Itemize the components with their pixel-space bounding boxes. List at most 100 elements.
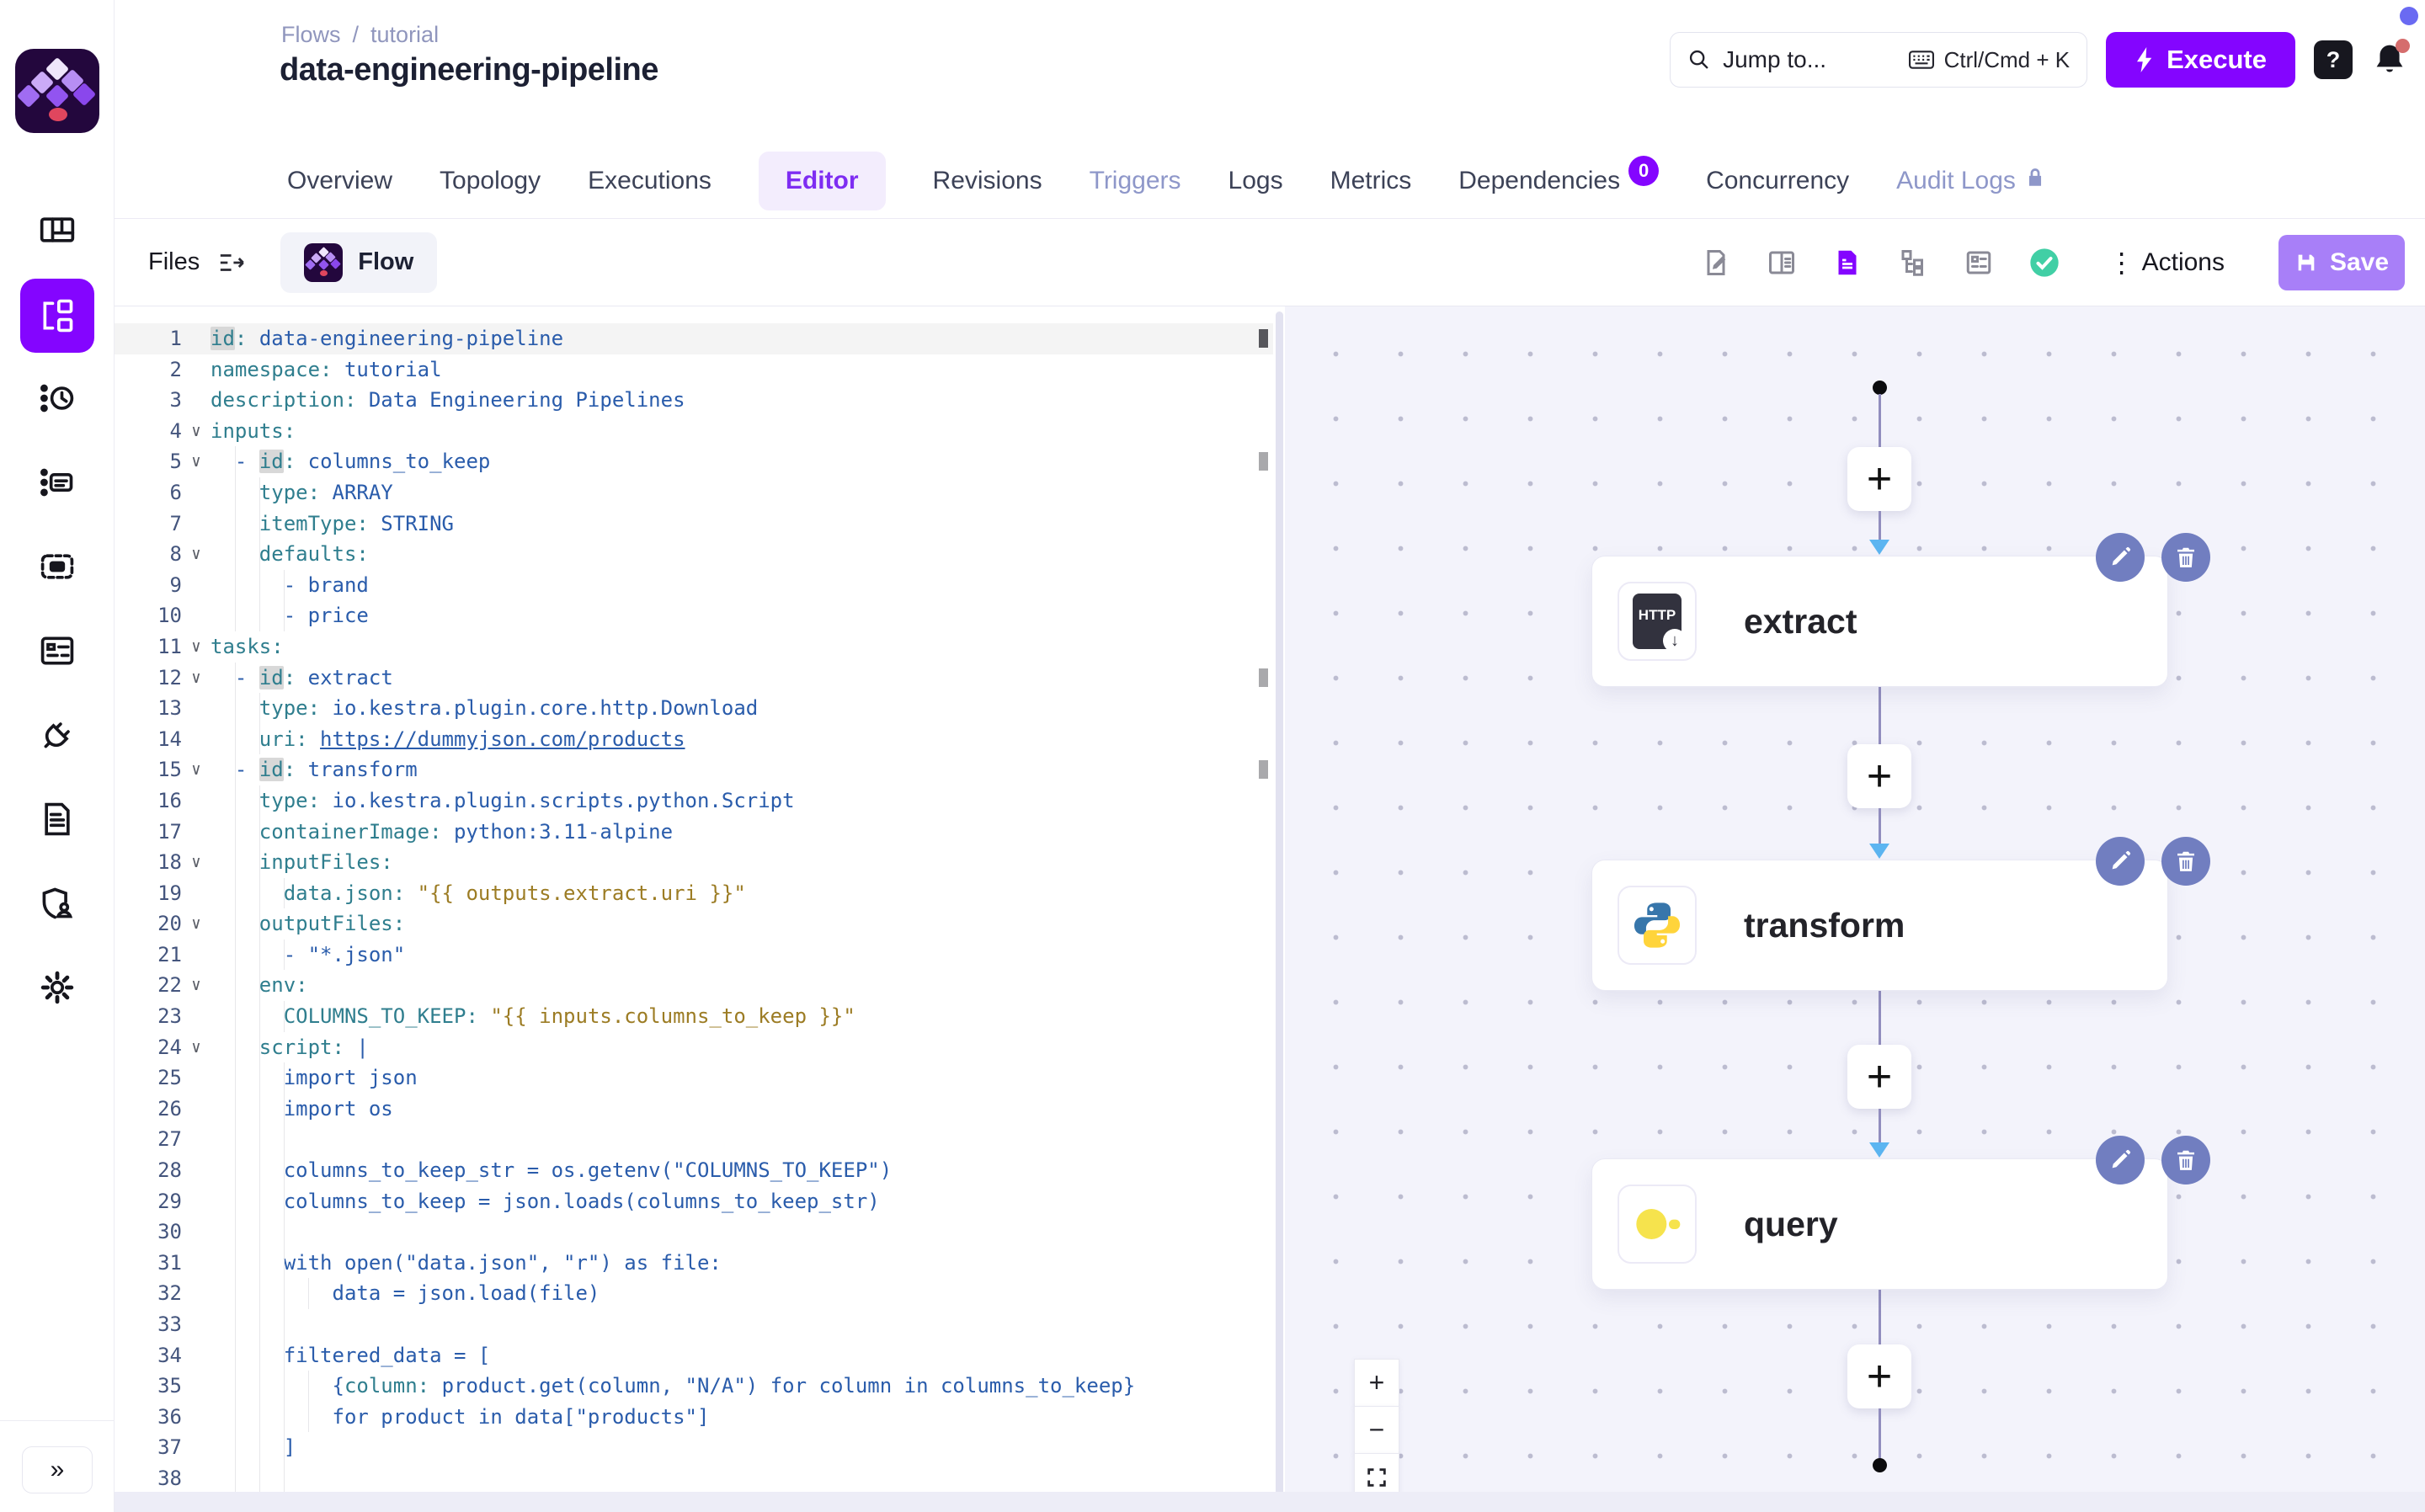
code-line-33[interactable]: 33 — [115, 1309, 1273, 1340]
sidebar-item-iam[interactable] — [0, 863, 115, 947]
files-label[interactable]: Files — [148, 248, 200, 276]
code-line-21[interactable]: 21 - "*.json" — [115, 940, 1273, 971]
tab-overview[interactable]: Overview — [287, 167, 392, 195]
tab-topology[interactable]: Topology — [440, 167, 541, 195]
code-line-34[interactable]: 34 filtered_data = [ — [115, 1340, 1273, 1371]
fold-chevron-icon[interactable]: ∨ — [182, 754, 211, 785]
sidebar-item-executions[interactable] — [0, 358, 115, 442]
zoom-in-button[interactable]: + — [1354, 1359, 1399, 1407]
topology-graph[interactable]: ++++HTTP↓extracttransformquery+− — [1285, 306, 2425, 1512]
panel-divider[interactable] — [1273, 306, 1285, 1512]
sidebar-item-dashboard[interactable] — [0, 189, 115, 274]
fold-chevron-icon[interactable]: ∨ — [182, 539, 211, 570]
sidebar-item-namespaces[interactable] — [0, 526, 115, 610]
code-line-17[interactable]: 17 containerImage: python:3.11-alpine — [115, 817, 1273, 848]
tree-view-icon[interactable] — [1896, 246, 1930, 280]
actions-menu[interactable]: ⋮ Actions — [2108, 247, 2225, 279]
edit-task-button[interactable] — [2096, 533, 2145, 582]
code-line-31[interactable]: 31 with open("data.json", "r") as file: — [115, 1248, 1273, 1279]
add-task-button[interactable]: + — [1847, 744, 1911, 808]
task-node-query[interactable]: query — [1591, 1158, 2168, 1290]
execute-button[interactable]: Execute — [2106, 32, 2295, 88]
zoom-out-button[interactable]: − — [1354, 1406, 1399, 1454]
file-edit-icon[interactable] — [1699, 246, 1733, 280]
sidebar-item-plugins[interactable] — [0, 695, 115, 779]
delete-task-button[interactable] — [2161, 837, 2210, 886]
fold-chevron-icon[interactable]: ∨ — [182, 446, 211, 477]
sidebar-item-flows[interactable] — [0, 274, 115, 358]
code-line-38[interactable]: 38 — [115, 1463, 1273, 1494]
code-line-29[interactable]: 29 columns_to_keep = json.loads(columns_… — [115, 1186, 1273, 1217]
code-line-6[interactable]: 6 type: ARRAY — [115, 477, 1273, 508]
toggle-file-explorer-icon[interactable] — [218, 250, 247, 275]
code-line-37[interactable]: 37 ] — [115, 1432, 1273, 1463]
code-line-4[interactable]: 4∨inputs: — [115, 416, 1273, 447]
fold-chevron-icon[interactable]: ∨ — [182, 416, 211, 447]
code-line-25[interactable]: 25 import json — [115, 1062, 1273, 1094]
help-button[interactable]: ? — [2314, 40, 2353, 79]
sidebar-item-logs[interactable] — [0, 442, 115, 526]
sidebar-expand-button[interactable]: » — [22, 1446, 93, 1493]
task-node-extract[interactable]: HTTP↓extract — [1591, 556, 2168, 687]
code-line-10[interactable]: 10 - price — [115, 600, 1273, 631]
kestra-logo[interactable] — [15, 49, 99, 133]
code-line-30[interactable]: 30 — [115, 1217, 1273, 1248]
code-line-7[interactable]: 7 itemType: STRING — [115, 508, 1273, 540]
tab-logs[interactable]: Logs — [1228, 167, 1283, 195]
breadcrumb-namespace[interactable]: tutorial — [370, 22, 439, 48]
code-editor[interactable]: 1id: data-engineering-pipeline2namespace… — [115, 306, 1273, 1512]
tab-audit-logs[interactable]: Audit Logs — [1896, 167, 2046, 195]
sidebar-item-tests[interactable] — [0, 779, 115, 863]
code-line-11[interactable]: 11∨tasks: — [115, 631, 1273, 663]
code-line-18[interactable]: 18∨ inputFiles: — [115, 847, 1273, 878]
fold-chevron-icon[interactable]: ∨ — [182, 847, 211, 878]
delete-task-button[interactable] — [2161, 1136, 2210, 1185]
split-view-icon[interactable] — [1765, 246, 1799, 280]
notifications-bell-icon[interactable] — [2371, 40, 2408, 79]
sidebar-item-settings[interactable] — [0, 947, 115, 1031]
code-line-32[interactable]: 32 data = json.load(file) — [115, 1278, 1273, 1309]
code-line-8[interactable]: 8∨ defaults: — [115, 539, 1273, 570]
code-line-23[interactable]: 23 COLUMNS_TO_KEEP: "{{ inputs.columns_t… — [115, 1001, 1273, 1032]
fold-chevron-icon[interactable]: ∨ — [182, 970, 211, 1001]
breadcrumb-flows[interactable]: Flows — [281, 22, 341, 48]
edit-task-button[interactable] — [2096, 1136, 2145, 1185]
code-line-24[interactable]: 24∨ script: | — [115, 1032, 1273, 1063]
code-line-22[interactable]: 22∨ env: — [115, 970, 1273, 1001]
validation-check-icon[interactable] — [2028, 246, 2061, 280]
code-line-3[interactable]: 3description: Data Engineering Pipelines — [115, 385, 1273, 416]
save-button[interactable]: Save — [2278, 235, 2405, 290]
tab-metrics[interactable]: Metrics — [1330, 167, 1412, 195]
tab-dependencies[interactable]: Dependencies0 — [1458, 166, 1659, 196]
code-line-9[interactable]: 9 - brand — [115, 570, 1273, 601]
code-line-36[interactable]: 36 for product in data["products"] — [115, 1402, 1273, 1433]
code-line-15[interactable]: 15∨ - id: transform — [115, 754, 1273, 785]
code-line-2[interactable]: 2namespace: tutorial — [115, 354, 1273, 386]
doc-view-icon[interactable] — [1831, 246, 1864, 280]
edit-task-button[interactable] — [2096, 837, 2145, 886]
fold-chevron-icon[interactable]: ∨ — [182, 1032, 211, 1063]
form-view-icon[interactable] — [1962, 246, 1996, 280]
code-line-13[interactable]: 13 type: io.kestra.plugin.core.http.Down… — [115, 693, 1273, 724]
code-line-1[interactable]: 1id: data-engineering-pipeline — [115, 323, 1273, 354]
code-line-35[interactable]: 35 {column: product.get(column, "N/A") f… — [115, 1371, 1273, 1402]
delete-task-button[interactable] — [2161, 533, 2210, 582]
fold-chevron-icon[interactable]: ∨ — [182, 631, 211, 663]
tab-triggers[interactable]: Triggers — [1090, 167, 1181, 195]
code-line-19[interactable]: 19 data.json: "{{ outputs.extract.uri }}… — [115, 878, 1273, 909]
tab-executions[interactable]: Executions — [588, 167, 712, 195]
jump-to-search[interactable]: Jump to... Ctrl/Cmd + K — [1670, 32, 2087, 88]
code-line-28[interactable]: 28 columns_to_keep_str = os.getenv("COLU… — [115, 1155, 1273, 1186]
code-line-5[interactable]: 5∨ - id: columns_to_keep — [115, 446, 1273, 477]
code-line-27[interactable]: 27 — [115, 1124, 1273, 1155]
code-line-16[interactable]: 16 type: io.kestra.plugin.scripts.python… — [115, 785, 1273, 817]
tab-concurrency[interactable]: Concurrency — [1706, 167, 1849, 195]
code-line-12[interactable]: 12∨ - id: extract — [115, 663, 1273, 694]
add-task-button[interactable]: + — [1847, 447, 1911, 511]
tab-revisions[interactable]: Revisions — [933, 167, 1042, 195]
code-line-20[interactable]: 20∨ outputFiles: — [115, 908, 1273, 940]
fold-chevron-icon[interactable]: ∨ — [182, 663, 211, 694]
add-task-button[interactable]: + — [1847, 1045, 1911, 1109]
sidebar-item-blueprints[interactable] — [0, 610, 115, 695]
task-node-transform[interactable]: transform — [1591, 860, 2168, 991]
